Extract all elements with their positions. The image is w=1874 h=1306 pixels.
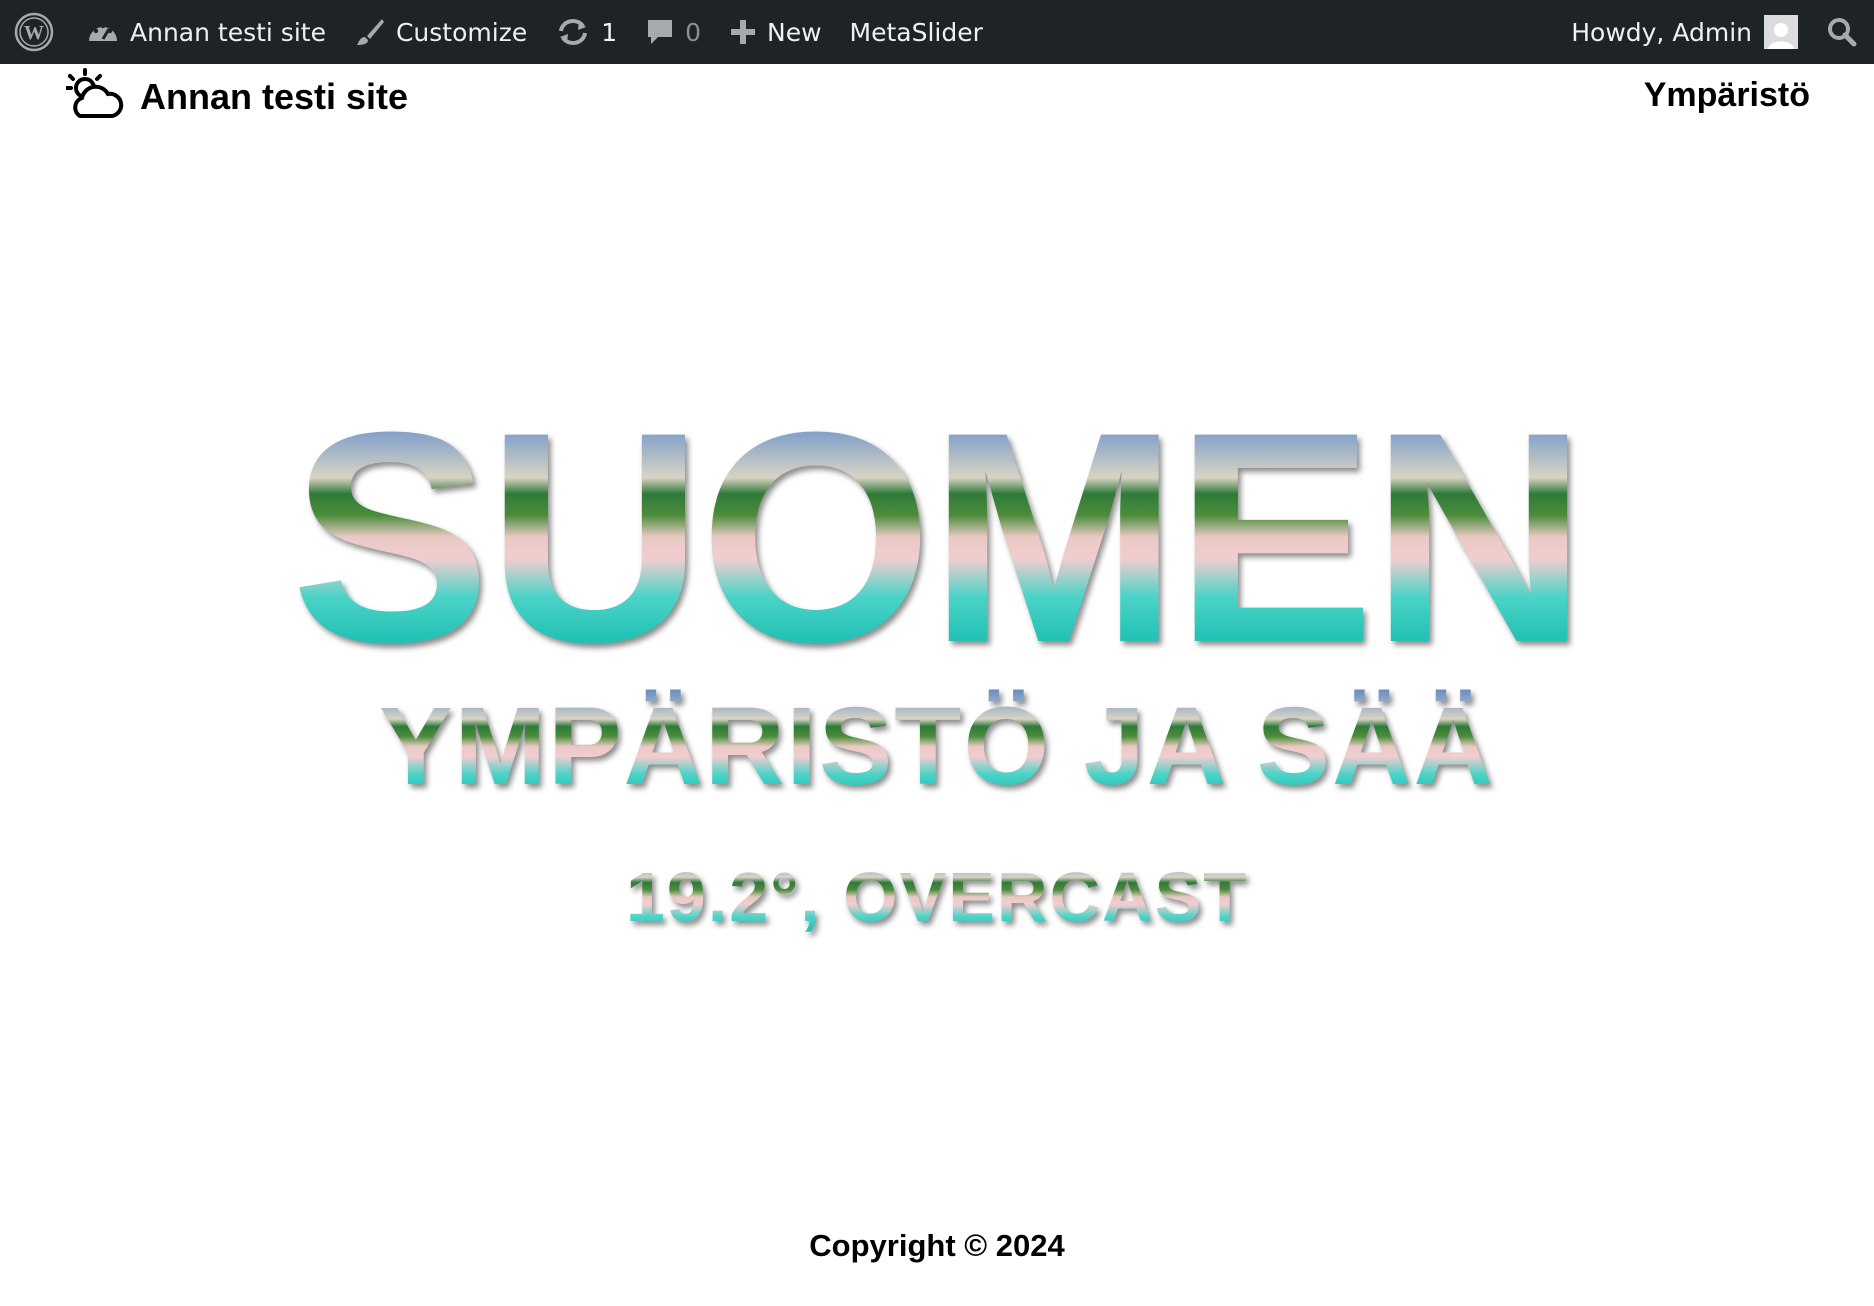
nav-link-ymparisto[interactable]: Ympäristö xyxy=(1644,76,1810,115)
footer-copyright: Copyright © 2024 xyxy=(809,1228,1065,1263)
site-title: Annan testi site xyxy=(140,76,409,117)
dashboard-icon xyxy=(86,17,120,47)
comment-bubble-icon xyxy=(645,17,675,47)
comments-button[interactable]: 0 xyxy=(631,0,715,64)
wp-admin-bar: W Annan testi site Customize 1 0 New Met… xyxy=(0,0,1874,64)
updates-count: 1 xyxy=(601,17,618,47)
metaslider-label: MetaSlider xyxy=(849,17,983,47)
hero-subtitle: YMPÄRISTÖ JA SÄÄ xyxy=(0,684,1874,809)
howdy-label: Howdy, Admin xyxy=(1571,17,1752,47)
customize-button[interactable]: Customize xyxy=(340,0,541,64)
search-icon xyxy=(1826,16,1858,48)
sun-cloud-icon xyxy=(65,68,126,126)
site-name-menu[interactable]: Annan testi site xyxy=(68,0,340,64)
new-content-button[interactable]: New xyxy=(715,0,836,64)
comments-count: 0 xyxy=(685,17,702,47)
admin-bar-right: Howdy, Admin xyxy=(1557,0,1874,64)
paintbrush-icon xyxy=(354,16,386,48)
site-branding[interactable]: Annan testi site xyxy=(65,68,409,126)
customize-label: Customize xyxy=(395,17,528,47)
updates-button[interactable]: 1 xyxy=(541,0,631,64)
new-label: New xyxy=(767,17,822,47)
avatar xyxy=(1764,15,1798,49)
site-header: Annan testi site Ympäristö xyxy=(0,64,1874,128)
search-button[interactable] xyxy=(1812,0,1874,64)
my-account-menu[interactable]: Howdy, Admin xyxy=(1557,0,1812,64)
admin-bar-left: W Annan testi site Customize 1 0 New Met… xyxy=(0,0,997,64)
svg-text:W: W xyxy=(24,22,44,44)
wordpress-logo-icon: W xyxy=(14,12,54,52)
hero-weather: 19.2°, OVERCAST xyxy=(0,852,1874,942)
hero-title: SUOMEN xyxy=(0,387,1874,687)
site-name-label: Annan testi site xyxy=(130,17,326,47)
plus-icon xyxy=(729,18,757,46)
updates-icon xyxy=(555,17,591,47)
metaslider-button[interactable]: MetaSlider xyxy=(836,0,997,64)
wordpress-logo-button[interactable]: W xyxy=(0,0,68,64)
